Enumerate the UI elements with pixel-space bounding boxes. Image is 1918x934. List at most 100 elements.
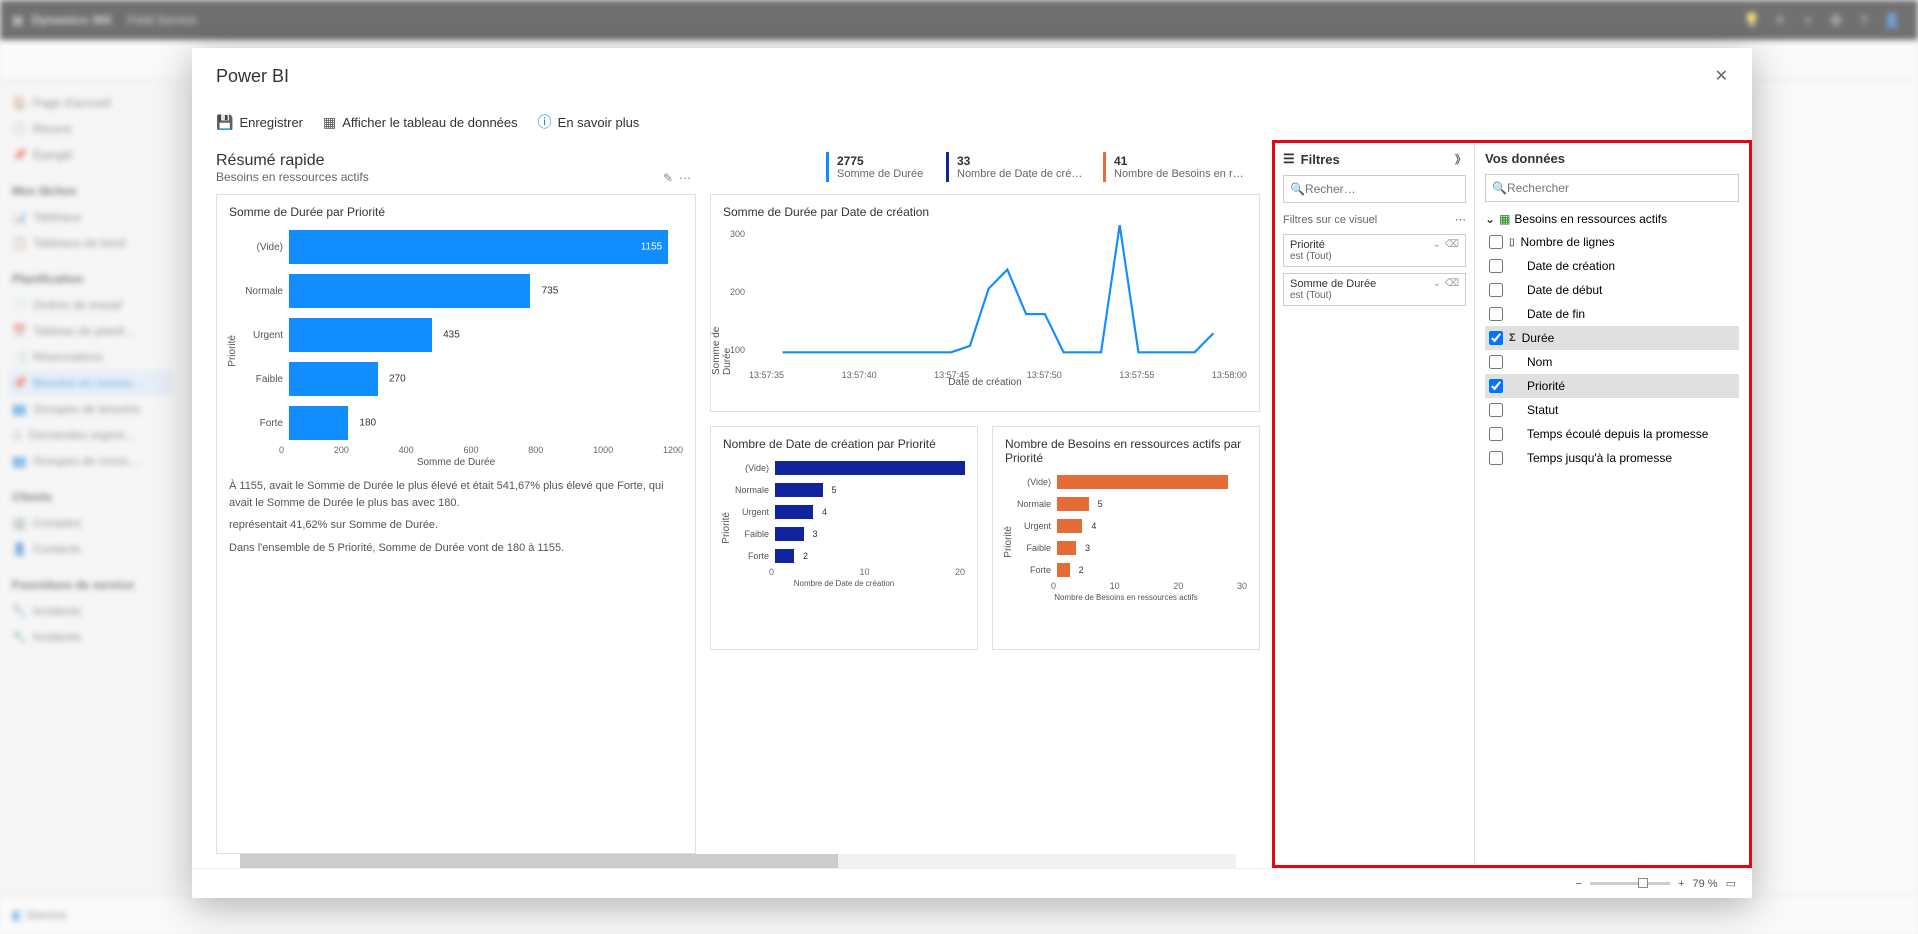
header-icon[interactable]: ? <box>1850 6 1878 34</box>
chevron-down-icon[interactable]: ⌄ <box>1432 278 1440 289</box>
header-icon[interactable]: 👤 <box>1878 6 1906 34</box>
bar-row[interactable]: Faible 3 <box>729 523 965 545</box>
field-checkbox[interactable] <box>1489 355 1503 369</box>
chart-creation-count-by-priority[interactable]: Nombre de Date de création par Priorité … <box>710 426 978 650</box>
field-checkbox[interactable] <box>1489 331 1503 345</box>
header-icon[interactable]: 💡 <box>1738 6 1766 34</box>
footer-bar: ◧ Service <box>0 894 1918 934</box>
field-row[interactable]: Priorité <box>1485 374 1739 398</box>
sidebar-item[interactable]: 🔧 Incidents <box>8 624 172 650</box>
sidebar-item[interactable]: 📌 Épinglé <box>8 142 172 168</box>
header-icon[interactable]: ＋ <box>1766 6 1794 34</box>
filter-card[interactable]: Priorité est (Tout) ⌄⌫ <box>1283 234 1466 267</box>
more-icon[interactable]: ⋯ <box>679 171 691 185</box>
field-row[interactable]: Date de création <box>1485 254 1739 278</box>
sidebar-item[interactable]: 🏢 Comptes <box>8 510 172 536</box>
field-checkbox[interactable] <box>1489 307 1503 321</box>
visual-header-icons[interactable]: ✎ ⋯ <box>663 171 691 185</box>
clear-icon[interactable]: ⌫ <box>1445 239 1459 250</box>
field-row[interactable]: Date de fin <box>1485 302 1739 326</box>
bar-row[interactable]: Urgent 4 <box>1011 515 1247 537</box>
collapse-icon[interactable]: 》 <box>1455 151 1466 167</box>
filters-header[interactable]: ☰ Filtres 》 <box>1283 151 1466 167</box>
bar-row[interactable]: (Vide) 27 <box>1011 471 1247 493</box>
zoom-out-button[interactable]: − <box>1576 878 1582 890</box>
field-row[interactable]: Temps jusqu'à la promesse <box>1485 446 1739 470</box>
sidebar-item[interactable]: 📋 Tableaux de bord <box>8 230 172 256</box>
bar-value: 3 <box>1085 543 1090 553</box>
data-search-input[interactable] <box>1507 181 1732 195</box>
bar-row[interactable]: Urgent 4 <box>729 501 965 523</box>
horizontal-scrollbar[interactable] <box>240 854 1236 868</box>
field-checkbox[interactable] <box>1489 403 1503 417</box>
fields-tree: ⌄ ▦ Besoins en ressources actifs ▯ Nombr… <box>1485 212 1739 470</box>
chart-duration-by-creation-date[interactable]: Somme de Durée par Date de création 300 … <box>710 194 1260 412</box>
zoom-in-button[interactable]: + <box>1678 878 1684 890</box>
chart-needs-count-by-priority[interactable]: Nombre de Besoins en ressources actifs p… <box>992 426 1260 650</box>
bar-value: 27 <box>1232 477 1242 487</box>
field-checkbox[interactable] <box>1489 283 1503 297</box>
data-search[interactable]: 🔍 <box>1485 174 1739 202</box>
kpi-card[interactable]: 33 Nombre de Date de créa… <box>946 152 1103 182</box>
field-checkbox[interactable] <box>1489 259 1503 273</box>
sidebar-item-active[interactable]: 📌 Besoins en ressou… <box>8 370 172 396</box>
bar-row[interactable]: Normale 5 <box>729 479 965 501</box>
field-checkbox[interactable] <box>1489 235 1503 249</box>
field-row[interactable]: Σ Durée <box>1485 326 1739 350</box>
kpi-card[interactable]: 2775 Somme de Durée <box>826 152 946 182</box>
bar-row[interactable]: Forte 2 <box>1011 559 1247 581</box>
close-icon[interactable]: ✕ <box>1715 66 1728 86</box>
sidebar-item[interactable]: 📑 Réservations <box>8 344 172 370</box>
chevron-down-icon: ⌄ <box>1485 212 1495 226</box>
sidebar-item[interactable]: 📊 Tableaux <box>8 204 172 230</box>
more-icon[interactable]: ⋯ <box>1455 213 1466 226</box>
chevron-down-icon[interactable]: ⌄ <box>1432 239 1440 250</box>
sidebar-item[interactable]: 👥 Groupes de besoins <box>8 396 172 422</box>
field-checkbox[interactable] <box>1489 427 1503 441</box>
bar-row[interactable]: Faible 270 <box>239 357 683 401</box>
chart-duration-by-priority[interactable]: ✎ ⋯ Somme de Durée par Priorité Priorité… <box>216 194 696 854</box>
field-checkbox[interactable] <box>1489 379 1503 393</box>
bar-row[interactable]: Urgent 435 <box>239 313 683 357</box>
sidebar-item[interactable]: ⚠ Demandes urgent… <box>8 422 172 448</box>
filter-search-input[interactable] <box>1305 182 1460 196</box>
bar-row[interactable]: Forte 180 <box>239 401 683 445</box>
save-button[interactable]: 💾 Enregistrer <box>216 114 303 131</box>
bar-row[interactable]: (Vide) 1155 <box>239 225 683 269</box>
fit-to-page-icon[interactable]: ▭ <box>1726 877 1736 890</box>
bar-row[interactable]: (Vide) 20 <box>729 457 965 479</box>
table-node[interactable]: ⌄ ▦ Besoins en ressources actifs <box>1485 212 1739 226</box>
bar-row[interactable]: Faible 3 <box>1011 537 1247 559</box>
sidebar-item[interactable]: 📅 Tableau de planif… <box>8 318 172 344</box>
field-row[interactable]: Statut <box>1485 398 1739 422</box>
sidebar-item[interactable]: 👤 Contacts <box>8 536 172 562</box>
bar-row[interactable]: Normale 5 <box>1011 493 1247 515</box>
kpi-card[interactable]: 41 Nombre de Besoins en re… <box>1103 152 1260 182</box>
header-icon[interactable]: ⚙ <box>1822 6 1850 34</box>
zoom-slider[interactable] <box>1590 882 1670 885</box>
learn-more-button[interactable]: ⓘ En savoir plus <box>538 112 640 132</box>
filter-search[interactable]: 🔍 <box>1283 175 1466 203</box>
kpi-label: Nombre de Besoins en re… <box>1114 168 1244 180</box>
field-row[interactable]: Temps écoulé depuis la promesse <box>1485 422 1739 446</box>
chart-title: Somme de Durée par Date de création <box>723 205 1247 219</box>
field-row[interactable]: Nom <box>1485 350 1739 374</box>
kpi-row: 2775 Somme de Durée 33 Nombre de Date de… <box>826 152 1260 182</box>
field-row[interactable]: Date de début <box>1485 278 1739 302</box>
sidebar-item[interactable]: 👥 Groupes de resso… <box>8 448 172 474</box>
field-row[interactable]: ▯ Nombre de lignes <box>1485 230 1739 254</box>
show-data-table-button[interactable]: ▦ Afficher le tableau de données <box>323 114 518 131</box>
bar-row[interactable]: Normale 735 <box>239 269 683 313</box>
header-icon[interactable]: ⌖ <box>1794 6 1822 34</box>
filter-card[interactable]: Somme de Durée est (Tout) ⌄⌫ <box>1283 273 1466 306</box>
sidebar-item[interactable]: 🏠 Page d'accueil <box>8 90 172 116</box>
sidebar-item[interactable]: 🕘 Récent <box>8 116 172 142</box>
bar-row[interactable]: Forte 2 <box>729 545 965 567</box>
clear-icon[interactable]: ⌫ <box>1445 278 1459 289</box>
bar-category: (Vide) <box>1011 477 1057 487</box>
table-icon: ▦ <box>1499 212 1510 226</box>
sidebar-item[interactable]: 📄 Ordres de travail <box>8 292 172 318</box>
sidebar-item[interactable]: 🔧 Incidents <box>8 598 172 624</box>
edit-icon[interactable]: ✎ <box>663 171 673 185</box>
field-checkbox[interactable] <box>1489 451 1503 465</box>
